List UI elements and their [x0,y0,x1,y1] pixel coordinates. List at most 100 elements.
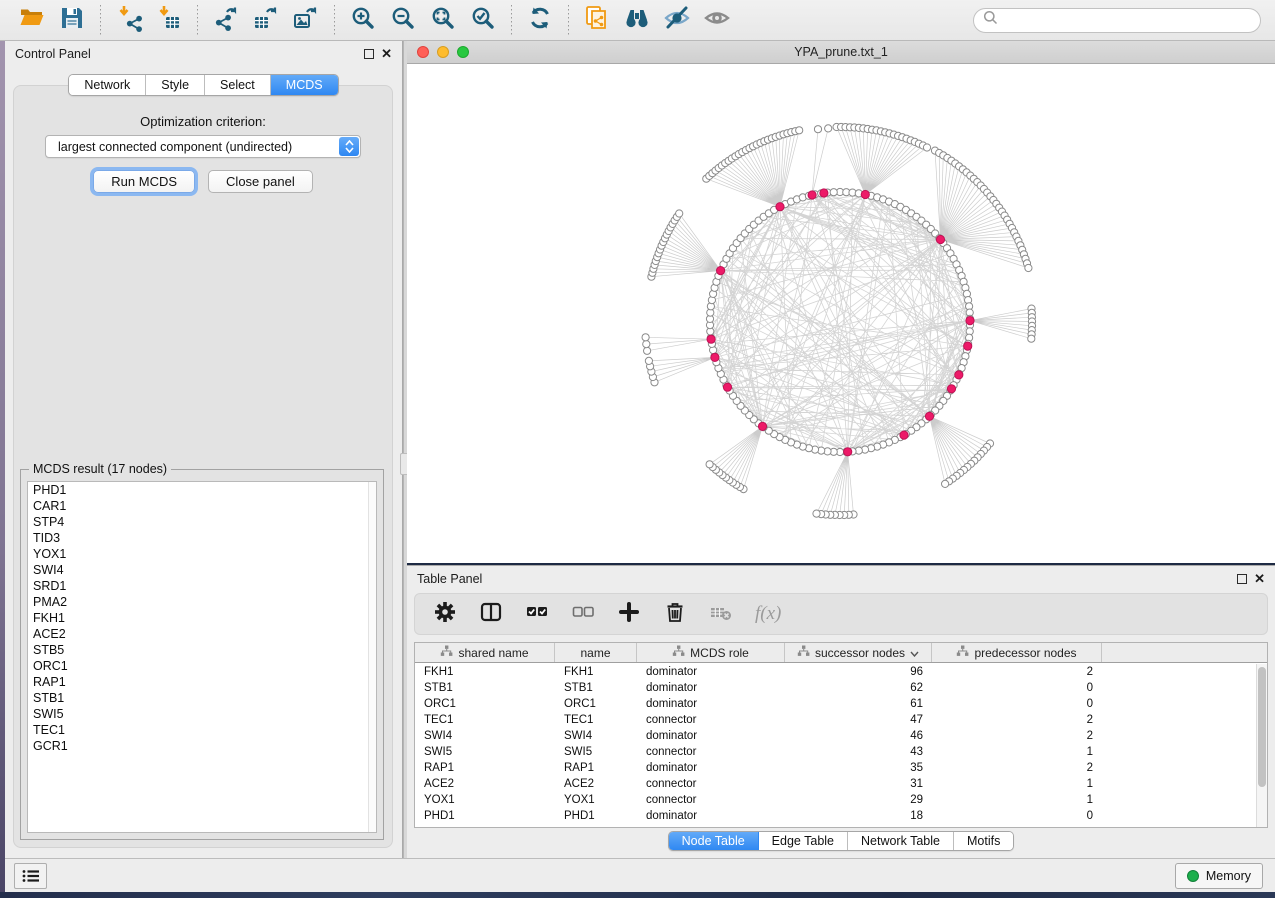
table-row[interactable]: STB1STB1dominator620 [415,680,1256,696]
columns-button[interactable] [479,600,503,629]
cell-successor-nodes[interactable]: 18 [785,810,932,822]
settings-button[interactable] [433,600,457,629]
cell-shared-name[interactable]: RAP1 [415,762,555,774]
table-row[interactable]: ACE2ACE2connector311 [415,776,1256,792]
hide-selection-button[interactable] [662,5,692,35]
find-button[interactable] [622,5,652,35]
zoom-in-button[interactable] [348,5,378,35]
table-row[interactable]: FKH1FKH1dominator962 [415,664,1256,680]
float-table-panel-icon[interactable] [1237,574,1247,584]
export-image-button[interactable] [291,5,321,35]
close-table-panel-icon[interactable]: ✕ [1254,574,1265,584]
mcds-result-node[interactable]: TID3 [28,530,376,546]
cell-shared-name[interactable]: SWI5 [415,746,555,758]
cell-predecessor-nodes[interactable]: 1 [932,794,1102,806]
mcds-result-node[interactable]: RAP1 [28,674,376,690]
cell-successor-nodes[interactable]: 31 [785,778,932,790]
tab-mcds[interactable]: MCDS [271,75,338,95]
mcds-result-node[interactable]: CAR1 [28,498,376,514]
network-graph[interactable] [407,64,1275,563]
cell-predecessor-nodes[interactable]: 2 [932,730,1102,742]
refresh-button[interactable] [525,5,555,35]
cell-shared-name[interactable]: PHD1 [415,810,555,822]
cell-name[interactable]: SWI5 [555,746,637,758]
cell-name[interactable]: TEC1 [555,714,637,726]
cell-predecessor-nodes[interactable]: 1 [932,746,1102,758]
cell-MCDS-role[interactable]: dominator [637,810,785,822]
cell-predecessor-nodes[interactable]: 0 [932,698,1102,710]
cell-MCDS-role[interactable]: connector [637,778,785,790]
mcds-result-node[interactable]: YOX1 [28,546,376,562]
table-scrollbar[interactable] [1256,664,1267,827]
cell-name[interactable]: FKH1 [555,666,637,678]
select-all-button[interactable] [525,600,549,629]
export-table-button[interactable] [251,5,281,35]
cell-predecessor-nodes[interactable]: 2 [932,714,1102,726]
column-header-MCDS-role[interactable]: MCDS role [637,643,785,662]
table-tab-motifs[interactable]: Motifs [954,832,1013,850]
cell-predecessor-nodes[interactable]: 2 [932,762,1102,774]
deselect-all-button[interactable] [571,600,595,629]
mcds-result-node[interactable]: SRD1 [28,578,376,594]
run-mcds-button[interactable]: Run MCDS [93,170,195,193]
table-scrollbar-thumb[interactable] [1258,667,1266,787]
cell-successor-nodes[interactable]: 46 [785,730,932,742]
cell-predecessor-nodes[interactable]: 0 [932,810,1102,822]
import-table-button[interactable] [154,5,184,35]
cell-shared-name[interactable]: SWI4 [415,730,555,742]
mcds-result-node[interactable]: SWI5 [28,706,376,722]
column-header-name[interactable]: name [555,643,637,662]
mcds-result-list[interactable]: PHD1CAR1STP4TID3YOX1SWI4SRD1PMA2FKH1ACE2… [27,481,377,833]
cell-successor-nodes[interactable]: 61 [785,698,932,710]
result-list-scrollbar[interactable] [368,482,376,832]
zoom-selected-button[interactable] [468,5,498,35]
cell-predecessor-nodes[interactable]: 1 [932,778,1102,790]
cell-successor-nodes[interactable]: 43 [785,746,932,758]
cell-shared-name[interactable]: FKH1 [415,666,555,678]
search-box[interactable] [973,8,1261,33]
cell-shared-name[interactable]: ORC1 [415,698,555,710]
optimization-criterion-select[interactable]: largest connected component (undirected) [45,135,361,158]
tab-network[interactable]: Network [69,75,146,95]
table-row[interactable]: RAP1RAP1dominator352 [415,760,1256,776]
mcds-result-node[interactable]: SWI4 [28,562,376,578]
cell-successor-nodes[interactable]: 96 [785,666,932,678]
cell-predecessor-nodes[interactable]: 2 [932,666,1102,678]
share-network-button[interactable] [582,5,612,35]
show-all-button[interactable] [702,5,732,35]
mcds-result-node[interactable]: TEC1 [28,722,376,738]
cell-shared-name[interactable]: TEC1 [415,714,555,726]
table-tab-node-table[interactable]: Node Table [669,832,759,850]
cell-successor-nodes[interactable]: 62 [785,682,932,694]
float-panel-icon[interactable] [364,49,374,59]
mcds-result-node[interactable]: PMA2 [28,594,376,610]
import-network-button[interactable] [114,5,144,35]
mcds-result-node[interactable]: GCR1 [28,738,376,754]
add-row-button[interactable] [617,600,641,629]
mcds-result-node[interactable]: ACE2 [28,626,376,642]
network-window-titlebar[interactable]: YPA_prune.txt_1 [407,41,1275,64]
delete-row-button[interactable] [663,600,687,629]
table-row[interactable]: YOX1YOX1connector291 [415,792,1256,808]
cell-MCDS-role[interactable]: connector [637,746,785,758]
column-header-successor-nodes[interactable]: successor nodes [785,643,932,662]
cell-name[interactable]: YOX1 [555,794,637,806]
task-history-button[interactable] [14,863,47,889]
memory-button[interactable]: Memory [1175,863,1263,889]
mcds-result-node[interactable]: STP4 [28,514,376,530]
zoom-fit-button[interactable] [428,5,458,35]
cell-MCDS-role[interactable]: dominator [637,730,785,742]
table-row[interactable]: ORC1ORC1dominator610 [415,696,1256,712]
cell-predecessor-nodes[interactable]: 0 [932,682,1102,694]
tab-select[interactable]: Select [205,75,271,95]
cell-shared-name[interactable]: STB1 [415,682,555,694]
open-file-button[interactable] [17,5,47,35]
cell-MCDS-role[interactable]: dominator [637,666,785,678]
zoom-out-button[interactable] [388,5,418,35]
cell-name[interactable]: SWI4 [555,730,637,742]
cell-shared-name[interactable]: YOX1 [415,794,555,806]
mcds-result-node[interactable]: PHD1 [28,482,376,498]
export-network-button[interactable] [211,5,241,35]
cell-shared-name[interactable]: ACE2 [415,778,555,790]
save-session-button[interactable] [57,5,87,35]
